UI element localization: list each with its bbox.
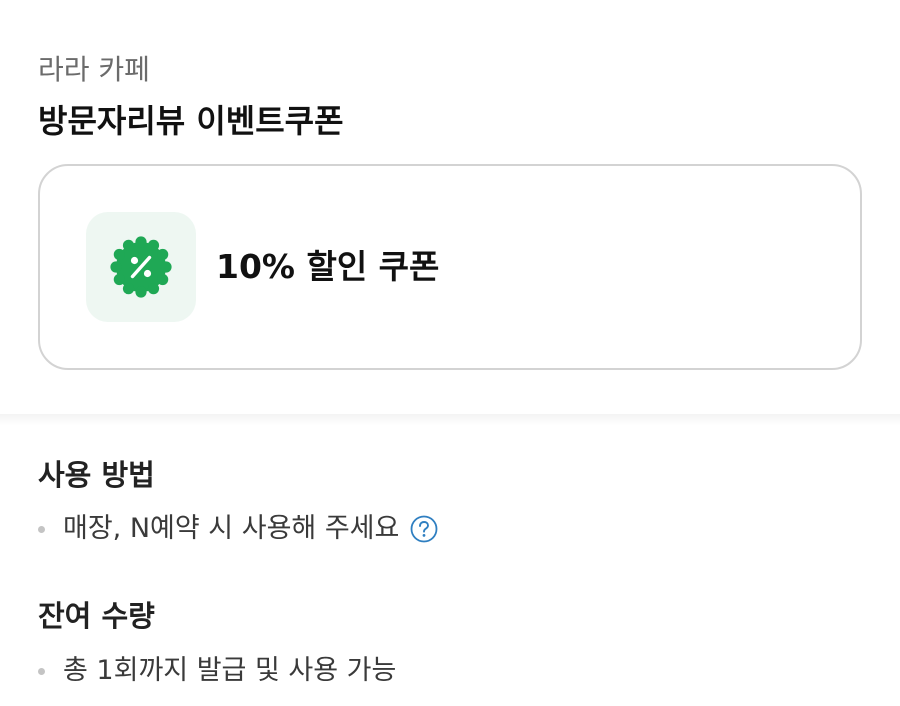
coupon-header-section: 라라 카페 방문자리뷰 이벤트쿠폰 10% 할인 쿠폰 (0, 0, 900, 414)
usage-method-heading: 사용 방법 (38, 458, 155, 492)
bullet-dot (38, 667, 45, 675)
remaining-quantity-item: 총 1회까지 발급 및 사용 가능 (38, 652, 396, 690)
coupon-title: 방문자리뷰 이벤트쿠폰 (38, 102, 344, 140)
remaining-quantity-heading: 잔여 수량 (38, 599, 155, 633)
section-divider (0, 414, 900, 426)
usage-method-item: 매장, N예약 시 사용해 주세요 (38, 510, 439, 548)
coupon-discount-label: 10% 할인 쿠폰 (216, 247, 440, 286)
percent-badge-icon (110, 236, 172, 298)
coupon-icon-tile (86, 212, 196, 322)
coupon-card[interactable]: 10% 할인 쿠폰 (38, 164, 862, 370)
question-circle-icon[interactable] (409, 514, 439, 544)
store-name: 라라 카페 (38, 53, 150, 86)
usage-method-text: 매장, N예약 시 사용해 주세요 (63, 513, 400, 544)
bullet-dot (38, 525, 45, 533)
remaining-quantity-text: 총 1회까지 발급 및 사용 가능 (63, 655, 397, 686)
